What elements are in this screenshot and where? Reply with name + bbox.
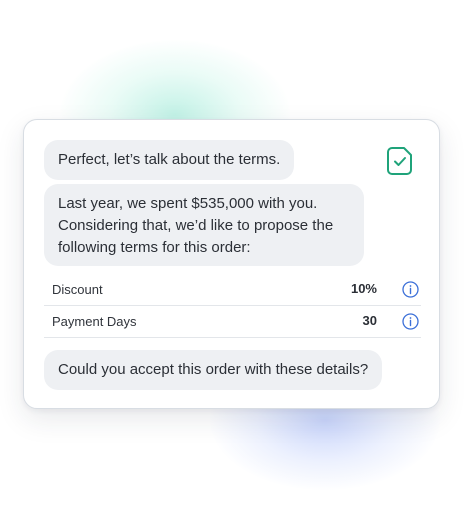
terms-row-label: Payment Days [52,314,137,329]
chat-message-1: Perfect, let’s talk about the terms. [44,140,295,180]
terms-row-value: 30 [362,313,377,328]
info-icon[interactable] [402,281,419,298]
chat-message-1-text: Perfect, let’s talk about the terms. [58,151,281,168]
chat-message-2-line-3: following terms for this order: [58,239,251,256]
terms-row-payment-days: Payment Days 30 [44,306,421,338]
terms-row-label: Discount [52,282,103,297]
document-check-icon[interactable] [386,146,414,176]
chat-message-2-line-1: Last year, we spent $535,000 with you. [58,195,318,212]
terms-row-value: 10% [350,281,377,296]
chat-message-2: Last year, we spent $535,000 with you. C… [44,184,364,266]
chat-message-3: Could you accept this order with these d… [44,350,383,390]
stage: Perfect, let’s talk about the terms. Las… [0,0,464,528]
chat-message-3-text: Could you accept this order with these d… [58,361,369,378]
chat-card: Perfect, let’s talk about the terms. Las… [23,119,440,409]
info-icon[interactable] [402,313,419,330]
chat-message-2-line-2: Considering that, we’d like to propose t… [58,217,334,234]
terms-row-discount: Discount 10% [44,274,421,306]
